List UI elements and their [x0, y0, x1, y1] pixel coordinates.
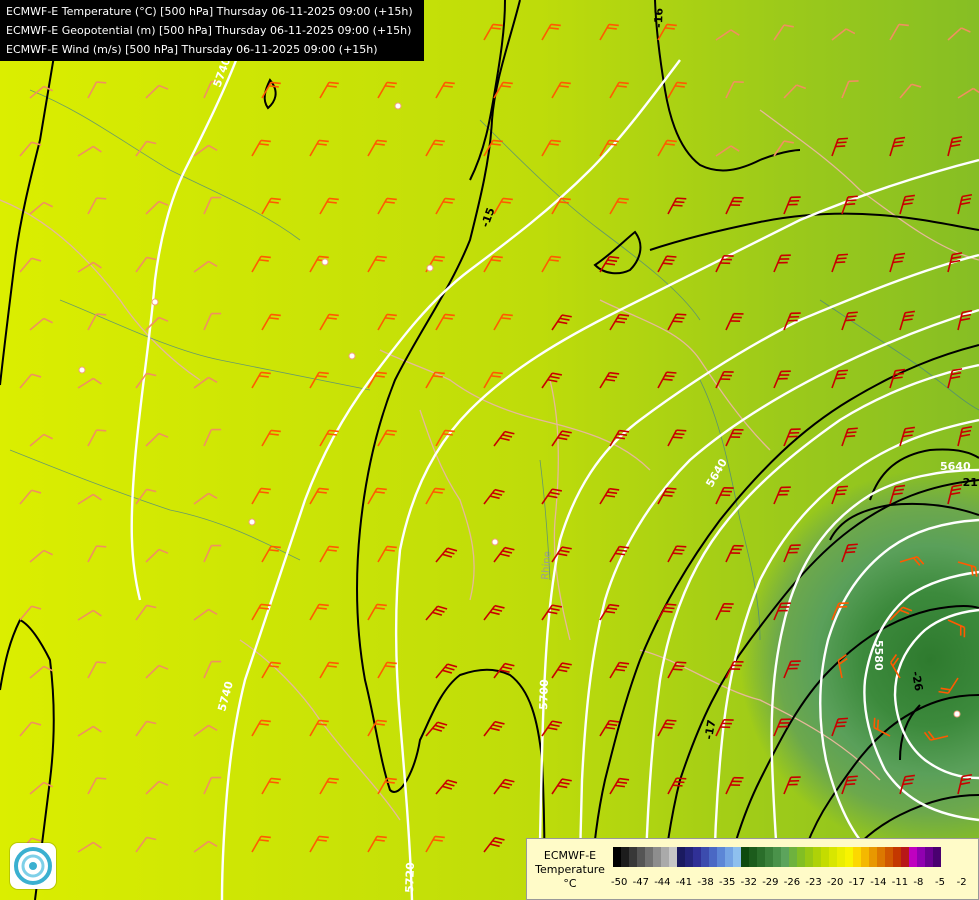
scale-tick: -23 — [805, 877, 822, 888]
scale-tick: -26 — [783, 877, 801, 888]
temperature-color-scale: ECMWF-E Temperature °C -50 -47 -44 -41 -38 -3… — [526, 838, 979, 900]
scale-swatch — [781, 847, 789, 867]
scale-swatch — [757, 847, 765, 867]
scale-swatch — [813, 847, 821, 867]
scale-swatch — [829, 847, 837, 867]
scale-swatch — [877, 847, 885, 867]
scale-swatch — [837, 847, 845, 867]
scale-tick: -2 — [956, 877, 967, 888]
label-5640: 5640 — [940, 460, 971, 473]
scale-tick: -35 — [719, 877, 736, 888]
scale-swatch — [653, 847, 661, 867]
header-line-wind: ECMWF-E Wind (m/s) [500 hPa] Thursday 06… — [6, 43, 378, 56]
scale-swatch — [725, 847, 733, 867]
header-line-geopotential: ECMWF-E Geopotential (m) [500 hPa] Thurs… — [6, 24, 412, 37]
scale-tick: -38 — [697, 877, 714, 888]
scale-swatch — [749, 847, 757, 867]
scale-tick: -47 — [632, 877, 649, 888]
scale-swatch — [893, 847, 901, 867]
scale-tick: -20 — [827, 877, 844, 888]
scale-tick: -41 — [675, 877, 693, 888]
scale-title-line1: ECMWF-E — [543, 849, 597, 862]
scale-swatch — [917, 847, 925, 867]
label-minus-21: -21 — [958, 476, 978, 489]
scale-tick: -8 — [913, 877, 924, 888]
scale-swatch — [925, 847, 933, 867]
header-line-temperature: ECMWF-E Temperature (°C) [500 hPa] Thurs… — [6, 5, 413, 18]
label-minus-16: -16 — [652, 7, 666, 28]
scale-swatch — [885, 847, 893, 867]
scale-swatch — [861, 847, 869, 867]
scale-swatch — [765, 847, 773, 867]
scale-swatch — [637, 847, 645, 867]
scale-title: ECMWF-E Temperature °C — [531, 849, 609, 891]
scale-swatch — [629, 847, 637, 867]
scale-swatch — [741, 847, 749, 867]
scale-tick: -14 — [870, 877, 887, 888]
scale-swatch — [805, 847, 813, 867]
scale-swatch — [853, 847, 861, 867]
scale-swatch — [773, 847, 781, 867]
weather-map: 5740 5740 5720 5700 5640 5640 5580 -16 -… — [0, 0, 979, 900]
label-5580: 5580 — [872, 640, 885, 671]
scale-swatch — [717, 847, 725, 867]
scale-swatch — [789, 847, 797, 867]
scale-swatch — [685, 847, 693, 867]
ecmwf-logo — [10, 843, 56, 889]
scale-tick: -32 — [740, 877, 757, 888]
map-header: ECMWF-E Temperature (°C) [500 hPa] Thurs… — [0, 0, 424, 61]
scale-swatch — [869, 847, 877, 867]
scale-tick: -29 — [762, 877, 779, 888]
scale-swatch — [661, 847, 669, 867]
scale-title-line2: Temperature — [535, 863, 605, 876]
scale-swatch — [933, 847, 941, 867]
label-5720: 5720 — [403, 862, 417, 893]
label-5700: 5700 — [537, 679, 551, 710]
scale-tick: -5 — [935, 877, 945, 888]
scale-swatch — [621, 847, 629, 867]
scale-swatch — [845, 847, 853, 867]
scale-swatch — [709, 847, 717, 867]
scale-swatch — [669, 847, 677, 867]
scale-swatch — [645, 847, 653, 867]
scale-tick: -17 — [848, 877, 865, 888]
scale-tick: -11 — [891, 877, 909, 888]
scale-color-bar — [613, 847, 941, 867]
scale-swatch — [701, 847, 709, 867]
scale-swatch — [821, 847, 829, 867]
scale-swatch — [733, 847, 741, 867]
scale-unit: °C — [563, 877, 577, 890]
scale-swatch — [901, 847, 909, 867]
scale-swatch — [797, 847, 805, 867]
scale-tick: -50 — [611, 877, 628, 888]
scale-swatch — [909, 847, 917, 867]
scale-swatch — [693, 847, 701, 867]
scale-swatch — [613, 847, 621, 867]
scale-tick: -44 — [654, 877, 671, 888]
scale-swatch — [677, 847, 685, 867]
